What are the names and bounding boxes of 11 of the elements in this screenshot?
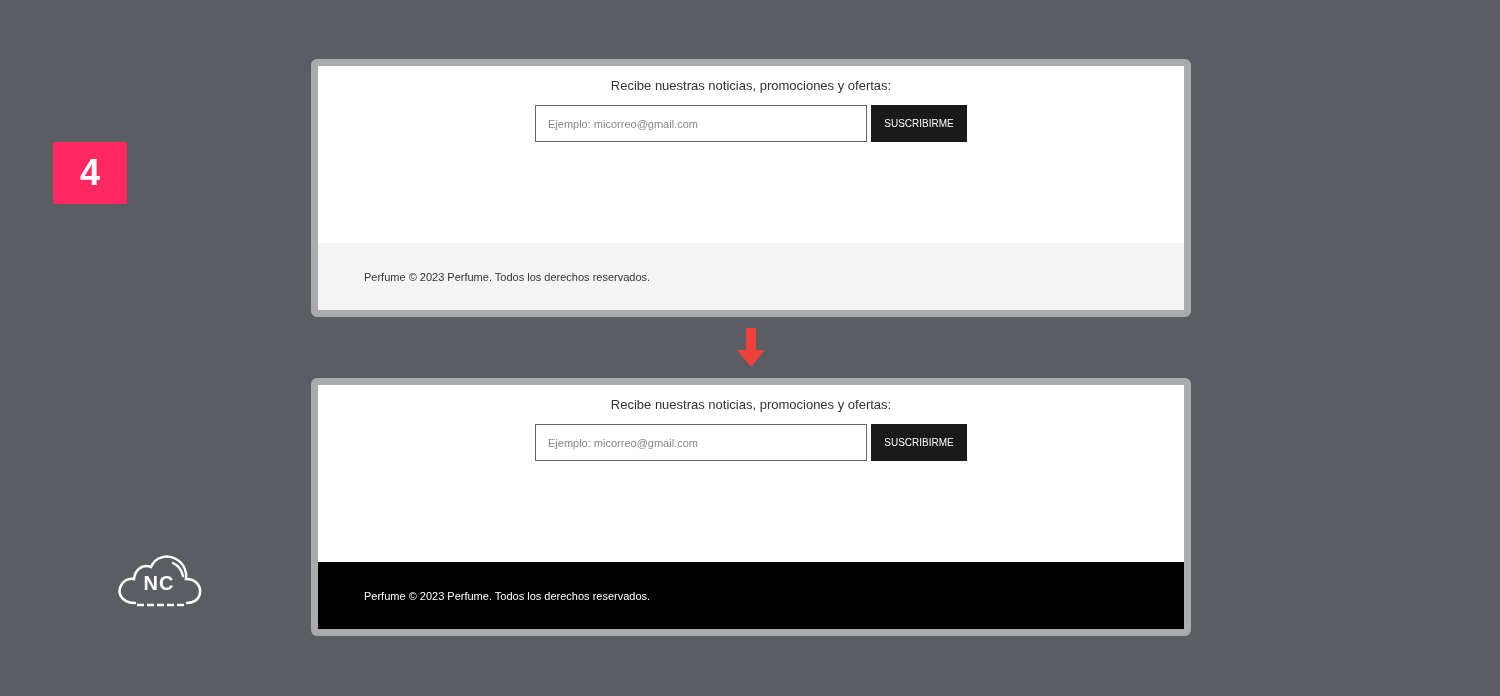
newsletter-heading: Recibe nuestras noticias, promociones y ofertas:	[610, 397, 892, 412]
subscribe-button[interactable]: SUSCRIBIRME	[871, 105, 967, 142]
step-number-badge: 4	[53, 142, 127, 204]
copyright-text: Perfume © 2023 Perfume. Todos los derechos reservados.	[364, 589, 651, 602]
email-input-field[interactable]: Ejemplo: micorreo@gmail.com	[535, 424, 867, 461]
email-input-field[interactable]: Ejemplo: micorreo@gmail.com	[535, 105, 867, 142]
down-arrow-icon	[736, 327, 766, 368]
copyright-text: Perfume © 2023 Perfume. Todos los derechos reservados.	[364, 270, 651, 283]
subscribe-button[interactable]: SUSCRIBIRME	[871, 424, 967, 461]
newsletter-heading: Recibe nuestras noticias, promociones y ofertas:	[610, 78, 892, 93]
cloud-logo: NC	[115, 553, 203, 609]
